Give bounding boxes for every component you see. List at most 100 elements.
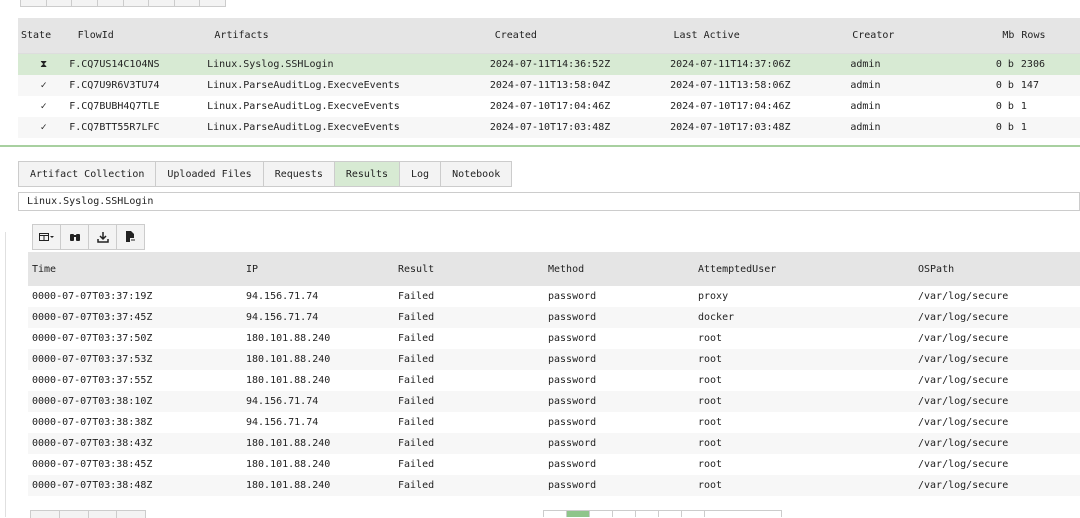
flows-table: State FlowId Artifacts Created Last Acti… [18,18,1080,149]
flow-running-icon: ⧗ [40,59,48,70]
columns-dropdown-icon[interactable] [33,225,61,249]
attempted-user-cell: root [698,459,723,470]
table-row[interactable]: 0000-07-07T03:38:38Z 94.156.71.74 Failed pa… [28,412,1080,433]
time-cell: 0000-07-07T03:38:38Z [32,417,153,428]
flow-rows-cell: 2306 [1020,59,1045,70]
col-header-state[interactable]: State [18,30,78,41]
flow-row[interactable]: ✓ F.CQ7BUBH4Q7TLE Linux.ParseAuditLog.Exec… [18,96,1080,117]
flow-id-cell: F.CQ7U9R6V3TU74 [69,80,160,91]
download-icon[interactable] [89,225,117,249]
col-header-creator[interactable]: Creator [852,30,975,41]
ospath-cell: /var/log/secure [918,291,1009,302]
flow-row[interactable]: ✓ F.CQ7U9R6V3TU74 Linux.ParseAuditLog.Exec… [18,75,1080,96]
ip-cell: 94.156.71.74 [246,396,319,407]
pager-page-button[interactable] [635,510,658,517]
table-row[interactable]: 0000-07-07T03:38:43Z 180.101.88.240 Failed… [28,433,1080,454]
pager-page-button[interactable] [658,510,681,517]
ip-cell: 180.101.88.240 [246,438,331,449]
flow-id-cell: F.CQ7BTT55R7LFC [69,122,160,133]
time-cell: 0000-07-07T03:38:10Z [32,396,153,407]
flow-complete-icon: ✓ [40,80,47,91]
tab-requests[interactable]: Requests [262,161,334,187]
col-header-last-active[interactable]: Last Active [674,30,853,41]
col-header-attempted-user[interactable]: AttemptedUser [698,264,918,275]
tab-results[interactable]: Results [333,161,400,187]
attempted-user-cell: root [698,480,723,491]
pager-page-button[interactable] [612,510,635,517]
tab-log[interactable]: Log [399,161,441,187]
attempted-user-cell: proxy [698,291,729,302]
results-table-header: Time IP Result Method AttemptedUser OSPa… [28,252,1080,286]
binoculars-icon[interactable] [61,225,89,249]
table-row[interactable]: 0000-07-07T03:37:55Z 180.101.88.240 Failed… [28,370,1080,391]
flow-created-cell: 2024-07-11T13:58:04Z [489,80,611,91]
table-row[interactable]: 0000-07-07T03:38:45Z 180.101.88.240 Failed… [28,454,1080,475]
table-row[interactable]: 0000-07-07T03:37:19Z 94.156.71.74 Failed pa… [28,286,1080,307]
col-header-mb[interactable]: Mb [975,30,1014,41]
attempted-user-cell: root [698,375,723,386]
time-cell: 0000-07-07T03:37:19Z [32,291,153,302]
col-header-ip[interactable]: IP [246,264,398,275]
time-cell: 0000-07-07T03:38:48Z [32,480,153,491]
result-cell: Failed [398,417,435,428]
table-row[interactable]: 0000-07-07T03:38:48Z 180.101.88.240 Failed… [28,475,1080,496]
table-row[interactable]: 0000-07-07T03:38:10Z 94.156.71.74 Failed pa… [28,391,1080,412]
table-row[interactable]: 0000-07-07T03:37:45Z 94.156.71.74 Failed pa… [28,307,1080,328]
ip-cell: 94.156.71.74 [246,291,319,302]
method-cell: password [548,438,597,449]
result-cell: Failed [398,480,435,491]
flow-last-active-cell: 2024-07-10T17:03:48Z [670,122,791,133]
attempted-user-cell: root [698,438,723,449]
export-file-icon[interactable] [117,225,144,249]
attempted-user-cell: root [698,396,723,407]
tab-artifact-collection[interactable]: Artifact Collection [18,161,156,187]
pager-first-button[interactable] [543,510,566,517]
tab-uploaded-files[interactable]: Uploaded Files [155,161,263,187]
artifact-selector[interactable]: Linux.Syslog.SSHLogin [18,192,1080,211]
pager-current-page[interactable] [566,510,589,517]
flow-last-active-cell: 2024-07-10T17:04:46Z [670,101,791,112]
time-cell: 0000-07-07T03:37:55Z [32,375,153,386]
col-header-method[interactable]: Method [548,264,698,275]
table-row[interactable]: 0000-07-07T03:37:50Z 180.101.88.240 Failed… [28,328,1080,349]
method-cell: password [548,354,597,365]
flow-row[interactable]: ⧗ F.CQ7US14C1O4NS Linux.Syslog.SSHLogin 202… [18,54,1080,75]
table-row[interactable]: 0000-07-07T03:37:53Z 180.101.88.240 Failed… [28,349,1080,370]
flows-row-partial[interactable] [18,138,1080,149]
results-table-body: 0000-07-07T03:37:19Z 94.156.71.74 Failed pa… [28,286,1080,496]
col-header-time[interactable]: Time [28,264,246,275]
col-header-flowid[interactable]: FlowId [78,30,215,41]
pager-next-button[interactable] [681,510,704,517]
flow-artifact-cell: Linux.Syslog.SSHLogin [207,59,334,70]
pager-goto-input[interactable] [704,510,782,517]
result-cell: Failed [398,375,435,386]
flow-id-cell: F.CQ7BUBH4Q7TLE [69,101,160,112]
ospath-cell: /var/log/secure [918,459,1009,470]
left-pane-edge [0,232,6,517]
col-header-rows[interactable]: Rows [1014,30,1080,41]
flow-creator-cell: admin [850,122,881,133]
pager-page-button[interactable] [589,510,612,517]
pane-splitter[interactable] [0,145,1080,147]
col-header-ospath[interactable]: OSPath [918,264,1078,275]
ip-cell: 180.101.88.240 [246,354,331,365]
ip-cell: 180.101.88.240 [246,333,331,344]
attempted-user-cell: root [698,354,723,365]
col-header-artifacts[interactable]: Artifacts [214,30,494,41]
flow-created-cell: 2024-07-11T14:36:52Z [489,59,611,70]
result-cell: Failed [398,396,435,407]
col-header-created[interactable]: Created [495,30,674,41]
tab-notebook[interactable]: Notebook [440,161,513,187]
result-cell: Failed [398,312,435,323]
col-header-result[interactable]: Result [398,264,548,275]
flow-last-active-cell: 2024-07-11T13:58:06Z [670,80,791,91]
result-cell: Failed [398,438,435,449]
flow-created-cell: 2024-07-10T17:03:48Z [489,122,611,133]
method-cell: password [548,291,597,302]
ospath-cell: /var/log/secure [918,312,1009,323]
flow-row[interactable]: ✓ F.CQ7BTT55R7LFC Linux.ParseAuditLog.Exec… [18,117,1080,138]
artifact-selector-value: Linux.Syslog.SSHLogin [27,196,154,207]
top-toolbar-stub[interactable] [20,0,226,7]
result-cell: Failed [398,354,435,365]
flow-rows-cell: 1 [1020,122,1027,133]
